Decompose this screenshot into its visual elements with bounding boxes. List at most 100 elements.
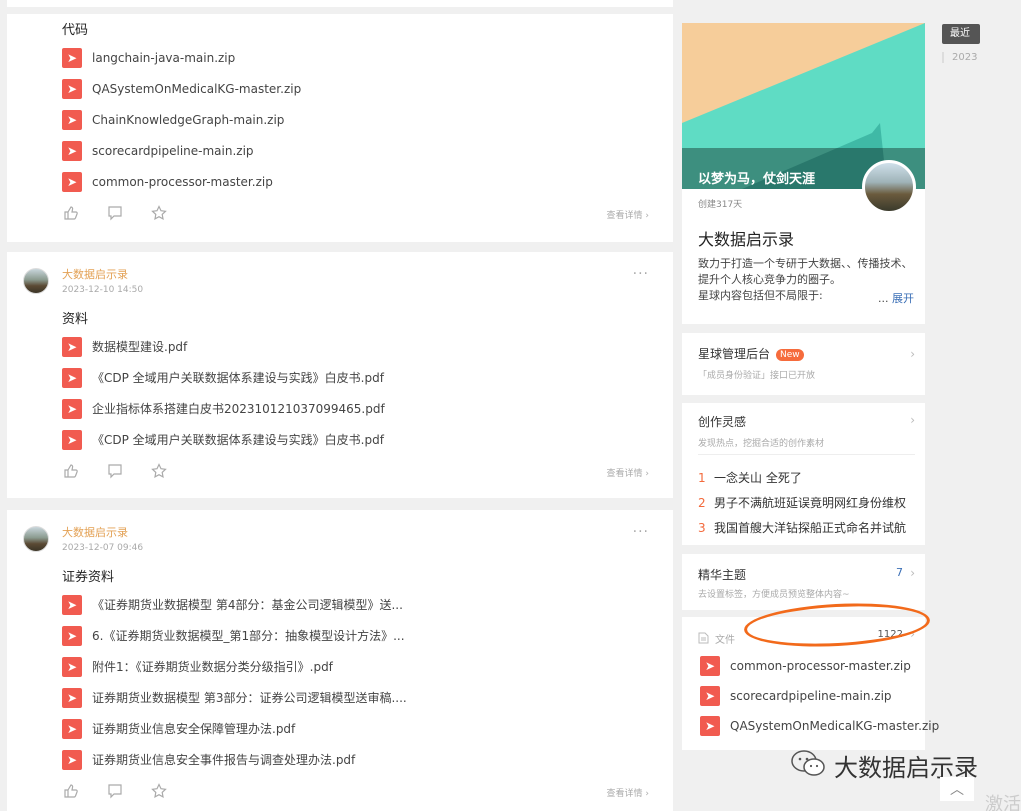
files-list: ➤ common-processor-master.zip ➤ scorecardp… — [700, 651, 939, 741]
file-item[interactable]: ➤ 6.《证券期货业数据模型_第1部分：抽象模型设计方法》... — [62, 620, 407, 651]
file-item[interactable]: ➤ 附件1：《证券期货业数据分类分级指引》.pdf — [62, 651, 407, 682]
file-item[interactable]: ➤ ChainKnowledgeGraph-main.zip — [62, 104, 301, 135]
inspire-item[interactable]: 2 男子不满航班延误竟明网红身份维权 — [698, 490, 908, 515]
timeline-year[interactable]: 2023 — [942, 52, 980, 63]
file-item[interactable]: ➤ QASystemOnMedicalKG-master.zip — [62, 73, 301, 104]
inspire-header[interactable]: 创作灵感 发现热点，挖掘合适的创作素材 — [698, 413, 824, 449]
file-icon: ➤ — [62, 336, 82, 357]
avatar[interactable] — [23, 526, 49, 552]
expand-label: 展开 — [892, 292, 914, 305]
view-detail-link[interactable]: 查看详情 › — [607, 786, 649, 799]
inspire-title: 创作灵感 — [698, 415, 747, 429]
featured-sub: 去设置标签，方便成员预览整体内容~ — [698, 590, 850, 600]
comment-icon[interactable] — [107, 463, 123, 479]
file-name: ChainKnowledgeGraph-main.zip — [92, 112, 285, 127]
file-item[interactable]: ➤ 企业指标体系搭建白皮书20231012103709946​5.pdf — [62, 393, 385, 424]
star-profile-card: 以梦为马，仗剑天涯 创建317天 大数据启示录 致力于打造一个专研于大数据、、传… — [682, 23, 925, 324]
post-card: 大数据启示录 2023-12-07 09:46 ··· 证券资料 ➤ 《证券期货业… — [7, 510, 673, 811]
more-icon[interactable]: ··· — [633, 524, 649, 540]
file-icon: ➤ — [62, 398, 82, 419]
rank-number: 1 — [698, 470, 706, 485]
post-card: 大数据启示录 2023-12-10 14:50 ··· 资料 ➤ 数据模型建设.p… — [7, 252, 673, 498]
expand-link[interactable]: ... 展开 — [878, 290, 914, 306]
file-name: 数据模型建设.pdf — [92, 340, 188, 354]
admin-sub: 「成员身份验证」接口已开放 — [698, 371, 816, 381]
author-row: 大数据启示录 2023-12-10 14:50 — [23, 268, 143, 300]
file-item[interactable]: ➤ 证券期货业信息安全事件报告与调查处理办法.pdf — [62, 744, 407, 775]
scroll-top-button[interactable]: ︿ — [940, 777, 974, 801]
file-item[interactable]: ➤ scorecardpipeline-main.zip — [700, 681, 939, 711]
star-name: 大数据启示录 — [698, 230, 795, 249]
inspire-item[interactable]: 1 一念关山 全死了 — [698, 465, 908, 490]
file-icon: ➤ — [700, 716, 720, 736]
files-header[interactable]: 文件 — [698, 629, 735, 648]
more-icon[interactable]: ··· — [633, 266, 649, 282]
file-item[interactable]: ➤ common-processor-master.zip — [62, 166, 301, 197]
post-title: 代码 — [62, 23, 89, 38]
chevron-up-icon: ︿ — [950, 782, 964, 798]
author-row: 大数据启示录 2023-12-07 09:46 — [23, 526, 143, 558]
featured-card[interactable]: 精华主题 去设置标签，方便成员预览整体内容~ 7 › — [682, 554, 925, 610]
star-slogan: 以梦为马，仗剑天涯 — [698, 172, 816, 187]
view-detail-link[interactable]: 查看详情 › — [607, 466, 649, 479]
file-name: scorecardpipeline-main.zip — [92, 143, 254, 158]
comment-icon[interactable] — [107, 205, 123, 221]
inspire-item[interactable]: 3 我国首艘大洋钻探船正式命名并试航 — [698, 515, 908, 540]
divider — [698, 454, 915, 455]
file-item[interactable]: ➤ 证券期货业数据模型 第3部分：证券公司逻辑模型送审稿.... — [62, 682, 407, 713]
file-name: 企业指标体系搭建白皮书20231012103709946​5.pdf — [92, 402, 385, 416]
post-date: 2023-12-10 14:50 — [62, 285, 144, 295]
file-icon: ➤ — [62, 78, 82, 99]
admin-card[interactable]: 星球管理后台 New 「成员身份验证」接口已开放 › — [682, 333, 925, 395]
file-name: 《证券期货业数据模型 第4部分：基金公司逻辑模型》送... — [92, 598, 403, 612]
file-item[interactable]: ➤ 证券期货业信息安全保障管理办法.pdf — [62, 713, 407, 744]
file-icon: ➤ — [62, 109, 82, 130]
view-detail-label: 查看详情 — [606, 469, 643, 479]
author-name[interactable]: 大数据启示录 — [62, 526, 143, 540]
file-name: langchain-java-main.zip — [92, 50, 236, 65]
inspire-sub: 发现热点，挖掘合适的创作素材 — [698, 439, 825, 449]
file-item[interactable]: ➤ 《CDP 全域用户关联数据体系建设与实践》白皮书.pdf — [62, 424, 385, 455]
wechat-icon — [790, 749, 826, 783]
star-icon[interactable] — [151, 463, 167, 479]
like-icon[interactable] — [63, 783, 79, 799]
inspire-list: 1 一念关山 全死了 2 男子不满航班延误竟明网红身份维权 3 我国首艘大洋钻探船正式… — [698, 465, 908, 540]
file-list: ➤ 《证券期货业数据模型 第4部分：基金公司逻辑模型》送... ➤ 6.《证券期货业… — [62, 589, 407, 775]
comment-icon[interactable] — [107, 783, 123, 799]
timeline-recent[interactable]: 最近 — [942, 24, 980, 44]
file-name: common-processor-master.zip — [92, 174, 273, 189]
author-name[interactable]: 大数据启示录 — [62, 268, 143, 282]
admin-title: 星球管理后台 New — [698, 345, 909, 362]
file-item[interactable]: ➤ langchain-java-main.zip — [62, 42, 301, 73]
file-icon: ➤ — [62, 171, 82, 192]
files-title: 文件 — [715, 635, 735, 646]
file-icon: ➤ — [62, 140, 82, 161]
file-icon: ➤ — [62, 718, 82, 739]
star-desc-line: 致力于打造一个专研于大数据、、传播技术、提升个人核心竞争力的圈子。 — [698, 257, 913, 286]
view-detail-link[interactable]: 查看详情 › — [607, 208, 649, 221]
star-avatar[interactable] — [862, 160, 916, 214]
star-icon[interactable] — [151, 783, 167, 799]
inspire-text: 一念关山 全死了 — [714, 471, 802, 485]
star-icon[interactable] — [151, 205, 167, 221]
file-item[interactable]: ➤ 《CDP 全域用户关联数据体系建设与实践》白皮书.pdf — [62, 362, 385, 393]
file-icon: ➤ — [700, 656, 720, 676]
avatar[interactable] — [23, 268, 49, 294]
file-name: 证券期货业信息安全事件报告与调查处理办法.pdf — [92, 753, 356, 767]
chevron-right-icon: › — [910, 347, 915, 361]
file-item[interactable]: ➤ common-processor-master.zip — [700, 651, 939, 681]
file-list: ➤ langchain-java-main.zip ➤ QASystemOnMedi… — [62, 42, 301, 197]
file-item[interactable]: ➤ 《证券期货业数据模型 第4部分：基金公司逻辑模型》送... — [62, 589, 407, 620]
post-title: 证券资料 — [62, 570, 115, 585]
file-item[interactable]: ➤ QASystemOnMedicalKG-master.zip — [700, 711, 939, 741]
file-icon: ➤ — [62, 594, 82, 615]
like-icon[interactable] — [63, 205, 79, 221]
file-item[interactable]: ➤ scorecardpipeline-main.zip — [62, 135, 301, 166]
file-doc-icon — [698, 629, 709, 648]
created-days: 创建317天 — [698, 200, 743, 210]
rank-number: 3 — [698, 520, 706, 535]
file-icon: ➤ — [62, 656, 82, 677]
like-icon[interactable] — [63, 463, 79, 479]
file-item[interactable]: ➤ 数据模型建设.pdf — [62, 331, 385, 362]
post-actions — [63, 783, 167, 799]
